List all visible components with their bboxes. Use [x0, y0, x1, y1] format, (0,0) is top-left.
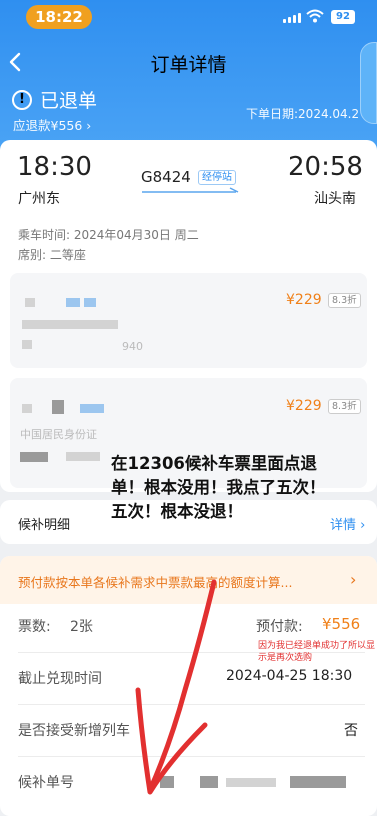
red-arrow-annotation	[135, 579, 217, 795]
complaint-annotation: 在12306候补车票里面点退单！根本没用！我点了五次！五次！根本没退！	[111, 454, 326, 521]
explanation-annotation: 因为我已经退单成功了所以显示是再次选购	[258, 641, 376, 663]
